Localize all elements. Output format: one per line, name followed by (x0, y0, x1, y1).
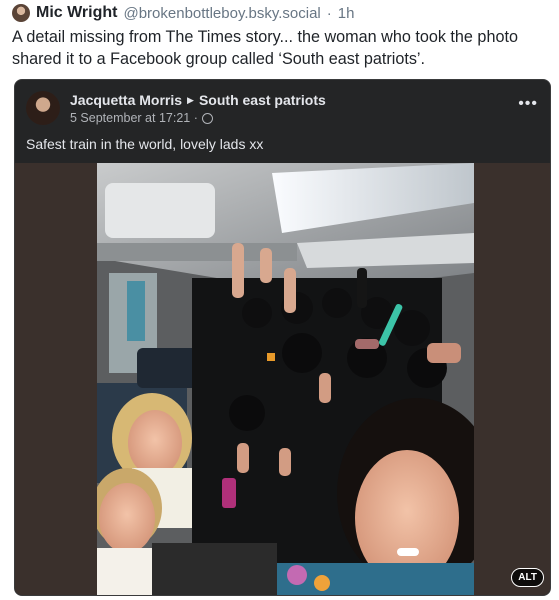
train-selfie-photo[interactable] (97, 163, 474, 595)
author-avatar[interactable] (12, 4, 30, 22)
arrow-right-icon: ▶ (187, 94, 194, 105)
embedded-facebook-post[interactable]: Jacquetta Morris ▶ South east patriots 5… (14, 79, 551, 596)
group-name[interactable]: South east patriots (199, 92, 326, 108)
post-date[interactable]: 5 September at 17:21 · (70, 111, 198, 125)
post-timestamp[interactable]: 1h (338, 5, 355, 22)
author-display-name[interactable]: Mic Wright (36, 4, 117, 22)
post-caption: Safest train in the world, lovely lads x… (26, 136, 264, 152)
alt-text-badge[interactable]: ALT (511, 568, 544, 587)
photo-area: ALT (15, 163, 550, 595)
poster-avatar[interactable] (26, 91, 60, 125)
separator-dot: · (326, 4, 332, 22)
more-horizontal-icon[interactable]: ••• (518, 95, 538, 113)
post-header: Mic Wright @brokenbottleboy.bsky.social … (12, 3, 354, 23)
globe-icon (201, 112, 213, 124)
poster-line: Jacquetta Morris ▶ South east patriots (70, 92, 326, 108)
author-handle[interactable]: @brokenbottleboy.bsky.social (123, 5, 320, 22)
post-meta: 5 September at 17:21 · (70, 111, 213, 125)
post-text: A detail missing from The Times story...… (12, 28, 518, 68)
poster-name[interactable]: Jacquetta Morris (70, 92, 182, 108)
